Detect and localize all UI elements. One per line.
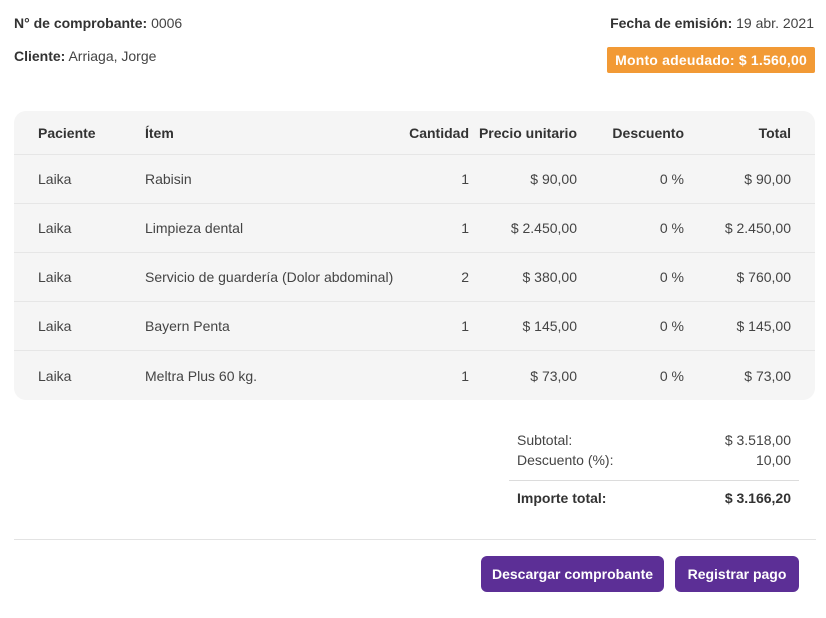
- cell-item: Rabisin: [145, 171, 192, 187]
- cell-item: Servicio de guardería (Dolor abdominal): [145, 269, 394, 285]
- grand-total-line: Importe total: $ 3.166,20: [509, 490, 799, 510]
- cell-total: $ 145,00: [736, 318, 792, 334]
- table-row: Laika Meltra Plus 60 kg. 1 $ 73,00 0 % $…: [14, 351, 815, 400]
- cell-descuento: 0 %: [659, 367, 684, 384]
- discount-value: 10,00: [755, 452, 791, 468]
- cell-cantidad: 1: [461, 318, 469, 334]
- cell-total: $ 90,00: [744, 171, 791, 187]
- column-header-precio: Precio unitario: [478, 124, 577, 141]
- cell-paciente: Laika: [38, 269, 72, 285]
- cell-cantidad: 2: [461, 269, 469, 285]
- receipt-number-value: 0006: [151, 15, 183, 31]
- cell-item: Meltra Plus 60 kg.: [145, 367, 258, 384]
- client-info: Cliente: Arriaga, Jorge: [14, 48, 156, 64]
- issue-date-label: Fecha de emisión:: [610, 15, 733, 31]
- download-receipt-button[interactable]: Descargar comprobante: [481, 556, 664, 592]
- cell-total: $ 760,00: [736, 269, 792, 285]
- totals-summary: Subtotal: $ 3.518,00 Descuento (%): 10,0…: [509, 432, 799, 510]
- cell-item: Limpieza dental: [145, 220, 244, 236]
- issue-date-value: 19 abr. 2021: [736, 15, 814, 31]
- cell-total: $ 2.450,00: [724, 220, 791, 236]
- issue-date: Fecha de emisión: 19 abr. 2021: [610, 15, 814, 31]
- subtotal-label: Subtotal:: [517, 432, 573, 448]
- cell-cantidad: 1: [461, 367, 469, 384]
- column-header-item: Ítem: [145, 124, 174, 141]
- cell-item: Bayern Penta: [145, 318, 230, 334]
- discount-label: Descuento (%):: [517, 452, 614, 468]
- receipt-number: N° de comprobante: 0006: [14, 15, 182, 31]
- discount-line: Descuento (%): 10,00: [509, 452, 799, 472]
- table-row: Laika Bayern Penta 1 $ 145,00 0 % $ 145,…: [14, 302, 815, 351]
- column-header-cantidad: Cantidad: [409, 124, 469, 141]
- cell-descuento: 0 %: [659, 171, 684, 187]
- grand-total-value: $ 3.166,20: [724, 490, 791, 506]
- cell-paciente: Laika: [38, 220, 72, 236]
- client-label: Cliente:: [14, 48, 66, 64]
- items-table: Paciente Ítem Cantidad Precio unitario D…: [14, 111, 815, 400]
- grand-total-label: Importe total:: [517, 490, 607, 506]
- register-payment-button[interactable]: Registrar pago: [675, 556, 799, 592]
- cell-descuento: 0 %: [659, 318, 684, 334]
- cell-total: $ 73,00: [744, 367, 791, 384]
- cell-cantidad: 1: [461, 171, 469, 187]
- subtotal-value: $ 3.518,00: [724, 432, 791, 448]
- cell-descuento: 0 %: [659, 269, 684, 285]
- column-header-descuento: Descuento: [612, 124, 684, 141]
- table-row: Laika Rabisin 1 $ 90,00 0 % $ 90,00: [14, 155, 815, 204]
- client-value: Arriaga, Jorge: [68, 48, 157, 64]
- cell-precio: $ 380,00: [522, 269, 578, 285]
- cell-precio: $ 145,00: [522, 318, 578, 334]
- cell-precio: $ 90,00: [530, 171, 577, 187]
- receipt-number-label: N° de comprobante:: [14, 15, 148, 31]
- table-row: Laika Limpieza dental 1 $ 2.450,00 0 % $…: [14, 204, 815, 253]
- table-header-row: Paciente Ítem Cantidad Precio unitario D…: [14, 111, 815, 155]
- cell-precio: $ 73,00: [530, 367, 577, 384]
- amount-due-badge: Monto adeudado: $ 1.560,00: [607, 47, 815, 73]
- cell-cantidad: 1: [461, 220, 469, 236]
- cell-precio: $ 2.450,00: [510, 220, 577, 236]
- subtotal-line: Subtotal: $ 3.518,00: [509, 432, 799, 452]
- column-header-total: Total: [758, 124, 791, 141]
- column-header-paciente: Paciente: [38, 124, 96, 141]
- cell-paciente: Laika: [38, 367, 72, 384]
- cell-descuento: 0 %: [659, 220, 684, 236]
- table-row: Laika Servicio de guardería (Dolor abdom…: [14, 253, 815, 302]
- totals-divider: [509, 480, 799, 481]
- cell-paciente: Laika: [38, 318, 72, 334]
- cell-paciente: Laika: [38, 171, 72, 187]
- footer-divider: [14, 539, 816, 540]
